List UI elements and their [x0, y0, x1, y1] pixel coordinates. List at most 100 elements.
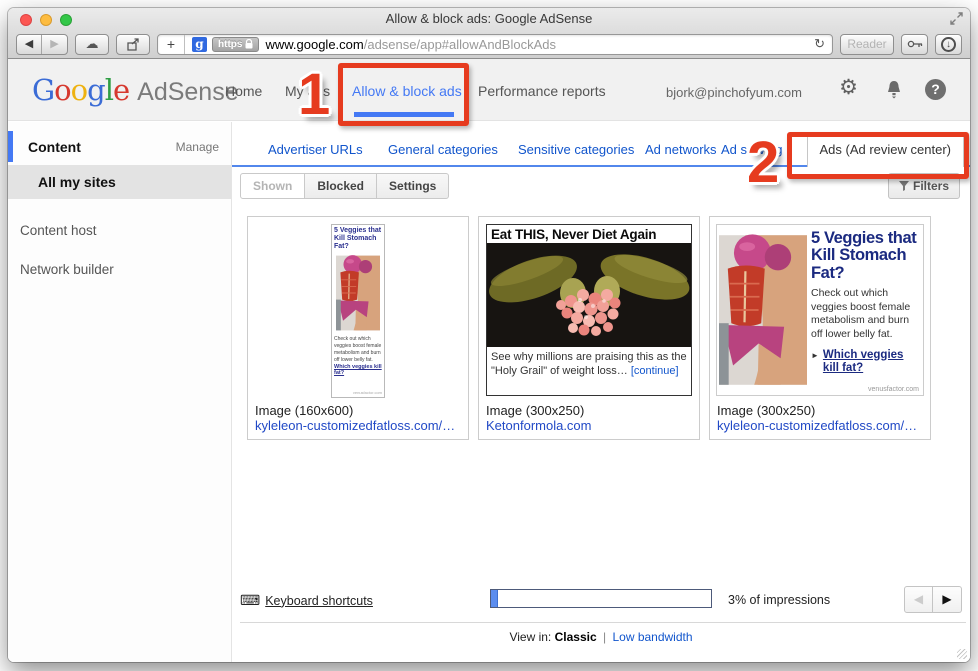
- ad-body-text: Check out which veggies boost female met…: [334, 336, 382, 363]
- ad-text-column: 5 Veggies that Kill Stomach Fat? Check o…: [811, 230, 918, 376]
- downloads-button[interactable]: ↓: [935, 34, 962, 55]
- ad-headline: 5 Veggies that Kill Stomach Fat?: [811, 230, 918, 282]
- share-icon: [126, 38, 140, 51]
- footer-divider: [240, 622, 966, 623]
- sidebar-item-network-builder[interactable]: Network builder: [8, 262, 231, 277]
- notifications-bell-icon[interactable]: [884, 79, 904, 106]
- nav-home[interactable]: Home: [225, 83, 262, 99]
- help-icon[interactable]: ?: [925, 79, 946, 100]
- logo-letter: g: [87, 73, 105, 107]
- traffic-lights: [20, 14, 72, 26]
- site-favicon: g: [192, 37, 207, 52]
- ad-creative-rectangle: Eat THIS, Never Diet Again: [486, 224, 692, 396]
- next-page-button[interactable]: ▶: [933, 586, 962, 613]
- ad-cta-link: Which veggies kill fat?: [823, 349, 913, 377]
- impressions-label: 3% of impressions: [728, 593, 830, 607]
- google-adsense-logo: GoogleAdSense: [32, 73, 239, 107]
- tab-sensitive-categories[interactable]: Sensitive categories: [518, 142, 634, 157]
- annotation-number-2: 2: [747, 134, 779, 192]
- reload-button[interactable]: ↻: [814, 36, 825, 52]
- page-content: Content Manage All my sites Content host…: [8, 122, 970, 662]
- forward-button[interactable]: ▶: [42, 35, 67, 54]
- subtab-settings[interactable]: Settings: [376, 173, 449, 199]
- fullscreen-icon[interactable]: [950, 12, 963, 30]
- filter-funnel-icon: [899, 181, 909, 191]
- browser-toolbar: ◀ ▶ ☁ + g https: [8, 30, 970, 58]
- advertiser-url-link[interactable]: kyleleon-customizedfatloss.com/…: [717, 418, 923, 433]
- progress-fill: [491, 590, 498, 607]
- nav-performance-reports[interactable]: Performance reports: [478, 83, 606, 99]
- tab-ad-networks[interactable]: Ad networks: [645, 142, 717, 157]
- logo-letter: e: [113, 73, 129, 107]
- ad-cards-row: 5 Veggies that Kill Stomach Fat?: [247, 216, 931, 440]
- window-resize-grip[interactable]: [957, 649, 967, 659]
- logo-letter: o: [71, 73, 87, 107]
- ad-body-text: See why millions are praising this as th…: [487, 347, 691, 382]
- screenshot-stage: Allow & block ads: Google AdSense ◀ ▶ ☁: [0, 0, 978, 671]
- ad-headline: 5 Veggies that Kill Stomach Fat?: [334, 227, 382, 250]
- download-icon: ↓: [941, 37, 956, 52]
- cloud-icon: ☁: [86, 36, 99, 52]
- sidebar-item-content-host[interactable]: Content host: [8, 223, 231, 238]
- new-tab-button[interactable]: +: [158, 35, 185, 54]
- ad-preview-area: 5 Veggies that Kill Stomach Fat?: [255, 222, 461, 400]
- sidebar-manage-link[interactable]: Manage: [176, 140, 219, 154]
- annotation-box-step-1: [338, 63, 469, 126]
- sidebar-item-all-my-sites[interactable]: All my sites: [8, 165, 231, 199]
- low-bandwidth-link[interactable]: Low bandwidth: [612, 630, 692, 644]
- history-nav-group: ◀ ▶: [16, 34, 68, 55]
- ad-torso-image: [719, 227, 807, 393]
- ad-preview-area: 5 Veggies that Kill Stomach Fat? Check o…: [717, 222, 923, 400]
- shown-blocked-settings-group: Shown Blocked Settings: [240, 173, 449, 199]
- tab-advertiser-urls[interactable]: Advertiser URLs: [268, 142, 363, 157]
- ad-format-label: Image (160x600): [255, 403, 461, 418]
- view-classic-label: Classic: [555, 630, 597, 644]
- browser-window: Allow & block ads: Google AdSense ◀ ▶ ☁: [8, 8, 970, 662]
- sidebar-section-content: Content Manage: [8, 128, 231, 165]
- subtab-shown[interactable]: Shown: [240, 173, 305, 199]
- icloud-tabs-button[interactable]: ☁: [75, 34, 109, 55]
- advertiser-url-link[interactable]: Ketonformola.com: [486, 418, 692, 433]
- view-in-label: View in:: [509, 630, 551, 644]
- logo-letter: o: [54, 73, 70, 107]
- https-label: https: [218, 39, 242, 50]
- settings-gear-icon[interactable]: ⚙: [839, 75, 858, 100]
- ad-format-label: Image (300x250): [486, 403, 692, 418]
- annotation-number-1: 1: [298, 66, 330, 124]
- share-button[interactable]: [116, 34, 150, 55]
- view-in-footer: View in: Classic | Low bandwidth: [232, 630, 970, 644]
- back-button[interactable]: ◀: [17, 35, 42, 54]
- browser-chrome: Allow & block ads: Google AdSense ◀ ▶ ☁: [8, 8, 970, 59]
- status-bar: ⌨ Keyboard shortcuts 3% of impressions ◀…: [240, 586, 962, 616]
- keyboard-icon: ⌨: [240, 592, 260, 609]
- ad-fruit-image: [487, 243, 691, 347]
- ad-headline: Eat THIS, Never Diet Again: [487, 225, 691, 243]
- https-badge: https: [212, 37, 259, 52]
- ad-torso-image: [336, 252, 380, 334]
- previous-page-button[interactable]: ◀: [904, 586, 933, 613]
- main-panel: Advertiser URLs General categories Sensi…: [232, 122, 970, 662]
- key-icon: [907, 39, 923, 49]
- tab-general-categories[interactable]: General categories: [388, 142, 498, 157]
- close-window-button[interactable]: [20, 14, 32, 26]
- zoom-window-button[interactable]: [60, 14, 72, 26]
- passwords-button[interactable]: [901, 34, 928, 55]
- ad-card-2[interactable]: Eat THIS, Never Diet Again: [478, 216, 700, 440]
- reader-button: Reader: [840, 34, 894, 55]
- ad-cta-link: [continue]: [631, 365, 679, 377]
- ad-cta-row: ► Which veggies kill fat?: [811, 349, 918, 377]
- minimize-window-button[interactable]: [40, 14, 52, 26]
- ad-card-3[interactable]: 5 Veggies that Kill Stomach Fat? Check o…: [709, 216, 931, 440]
- address-bar[interactable]: + g https www.google.com /adsense/app#al…: [157, 34, 833, 55]
- logo-product-name: AdSense: [137, 78, 238, 106]
- lock-icon: [245, 39, 253, 49]
- subtab-blocked[interactable]: Blocked: [304, 173, 377, 199]
- impressions-progress-bar: [490, 589, 712, 608]
- advertiser-url-link[interactable]: kyleleon-customizedfatloss.com/…: [255, 418, 461, 433]
- account-email[interactable]: bjork@pinchofyum.com: [666, 85, 802, 100]
- ad-body-text: Check out which veggies boost female met…: [811, 287, 918, 342]
- keyboard-shortcuts-link[interactable]: Keyboard shortcuts: [265, 594, 373, 608]
- ad-card-1[interactable]: 5 Veggies that Kill Stomach Fat?: [247, 216, 469, 440]
- ad-preview-area: Eat THIS, Never Diet Again: [486, 222, 692, 400]
- keyboard-shortcuts-group[interactable]: ⌨ Keyboard shortcuts: [240, 592, 373, 609]
